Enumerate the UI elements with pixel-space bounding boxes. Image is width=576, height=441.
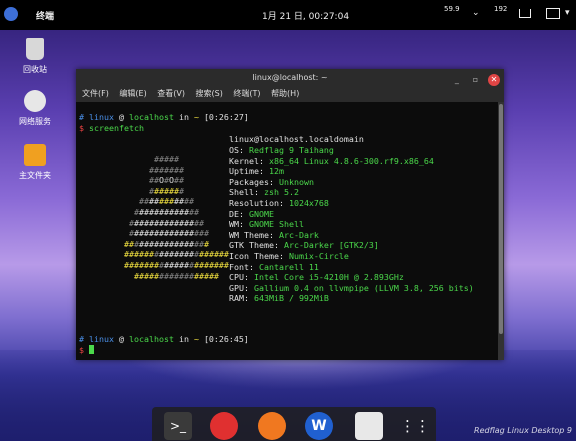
info-value: Redflag 9 Taihang bbox=[249, 145, 334, 155]
info-value: Arc-Dark bbox=[278, 229, 319, 240]
info-value: Numix-Circle bbox=[288, 251, 349, 261]
info-key: RAM: bbox=[229, 293, 249, 304]
info-key: Icon Theme: bbox=[229, 251, 284, 261]
info-value: Arc-Darker [GTK2/3] bbox=[283, 240, 379, 251]
ascii-logo: ##### ####### ##O#O## ####### ##########… bbox=[124, 154, 229, 281]
info-value: Intel Core i5-4210H @ 2.893GHz bbox=[253, 272, 404, 283]
info-row: Packages: Unknown bbox=[229, 177, 314, 188]
info-key: WM Theme: bbox=[229, 229, 274, 240]
info-row: Font: Cantarell 11 bbox=[229, 262, 319, 273]
terminal-titlebar[interactable]: linux@localhost: ~ _ ▫ ✕ bbox=[76, 69, 504, 86]
network-icon bbox=[24, 90, 46, 112]
terminal-output[interactable]: # linux @ localhost in ~ [0:26:27] $ scr… bbox=[76, 102, 498, 360]
menu-terminal[interactable]: 终端(T) bbox=[233, 86, 260, 102]
info-key: OS: bbox=[229, 145, 244, 155]
clock[interactable]: 1月 21 日, 00:27:04 bbox=[262, 9, 349, 22]
info-row: Resolution: 1024x768 bbox=[229, 198, 329, 209]
net-down-speed: 59.9 bbox=[444, 5, 460, 13]
info-key: DE: bbox=[229, 208, 244, 219]
active-app-name[interactable]: 终端 bbox=[36, 9, 54, 22]
terminal-window[interactable]: linux@localhost: ~ _ ▫ ✕ 文件(F) 编辑(E) 查看(… bbox=[76, 69, 504, 360]
scrollbar-thumb[interactable] bbox=[499, 104, 503, 334]
scrollbar[interactable] bbox=[498, 102, 504, 360]
terminal-menubar: 文件(F) 编辑(E) 查看(V) 搜索(S) 终端(T) 帮助(H) bbox=[76, 86, 504, 102]
wps-icon[interactable]: W bbox=[305, 412, 333, 440]
command-line: $ screenfetch bbox=[79, 123, 144, 133]
info-key: GTK Theme: bbox=[229, 240, 279, 251]
info-key: Uptime: bbox=[229, 166, 264, 177]
info-value: GNOME bbox=[249, 208, 274, 219]
info-value: GNOME Shell bbox=[249, 219, 304, 230]
home-folder-icon bbox=[24, 144, 46, 166]
dock: >_ W ⋮⋮ bbox=[152, 407, 436, 441]
info-key: WM: bbox=[229, 219, 244, 230]
info-value: 12m bbox=[268, 166, 284, 177]
info-key: GPU: bbox=[229, 282, 249, 293]
watermark: Redflag Linux Desktop 9 bbox=[474, 426, 572, 435]
prompt-line-2: # linux @ localhost in ~ [0:26:45] bbox=[79, 334, 249, 344]
maximize-icon[interactable]: ▫ bbox=[469, 74, 481, 86]
trash-icon bbox=[26, 38, 44, 60]
info-key: CPU: bbox=[229, 272, 249, 283]
info-value: x86_64 Linux 4.8.6-300.rf9.x86_64 bbox=[268, 155, 434, 166]
info-row: WM Theme: Arc-Dark bbox=[229, 230, 319, 241]
menu-search[interactable]: 搜索(S) bbox=[196, 86, 223, 102]
power-menu-icon[interactable]: ▾ bbox=[565, 8, 570, 18]
info-value: 643MiB / 992MiB bbox=[253, 293, 329, 304]
menu-file[interactable]: 文件(F) bbox=[82, 86, 109, 102]
file-manager-icon[interactable] bbox=[355, 412, 383, 440]
desktop-icon-label: 网络服务 bbox=[19, 117, 51, 126]
info-value: zsh 5.2 bbox=[263, 187, 299, 198]
info-row: GPU: Gallium 0.4 on llvmpipe (LLVM 3.8, … bbox=[229, 283, 474, 294]
info-row: DE: GNOME bbox=[229, 209, 274, 220]
info-row: Icon Theme: Numix-Circle bbox=[229, 251, 349, 262]
terminal-title: linux@localhost: ~ bbox=[252, 73, 328, 82]
info-key: Resolution: bbox=[229, 198, 284, 208]
app-grid-icon[interactable]: ⋮⋮ bbox=[400, 412, 430, 440]
info-row: CPU: Intel Core i5-4210H @ 2.893GHz bbox=[229, 272, 404, 283]
info-row: Kernel: x86_64 Linux 4.8.6-300.rf9.x86_6… bbox=[229, 156, 434, 167]
desktop-icon-label: 主文件夹 bbox=[19, 171, 51, 180]
firefox-icon[interactable] bbox=[258, 412, 286, 440]
info-key: Kernel: bbox=[229, 155, 264, 166]
desktop-icon-network[interactable]: 网络服务 bbox=[5, 90, 65, 127]
chevron-down-icon[interactable]: ⌄ bbox=[472, 8, 480, 18]
cursor bbox=[89, 345, 94, 354]
menu-help[interactable]: 帮助(H) bbox=[271, 86, 299, 102]
minimize-icon[interactable]: _ bbox=[451, 74, 463, 86]
desktop-icon-trash[interactable]: 回收站 bbox=[5, 38, 65, 75]
input-line[interactable]: $ bbox=[79, 345, 94, 356]
info-row: GTK Theme: Arc-Darker [GTK2/3] bbox=[229, 240, 379, 251]
music-icon[interactable] bbox=[210, 412, 238, 440]
info-key: Packages: bbox=[229, 176, 274, 187]
info-row: OS: Redflag 9 Taihang bbox=[229, 145, 334, 156]
info-key: Shell: bbox=[229, 187, 259, 198]
menu-view[interactable]: 查看(V) bbox=[157, 86, 185, 102]
info-value: 1024x768 bbox=[288, 198, 329, 208]
top-bar: 终端 1月 21 日, 00:27:04 59.9 ⌄ 192 ▾ bbox=[0, 0, 576, 30]
network-status-icon[interactable] bbox=[519, 9, 531, 18]
info-row: RAM: 643MiB / 992MiB bbox=[229, 293, 329, 304]
info-header: linux@localhost.localdomain bbox=[229, 134, 364, 144]
menu-edit[interactable]: 编辑(E) bbox=[119, 86, 146, 102]
terminal-icon[interactable]: >_ bbox=[164, 412, 192, 440]
info-value: Gallium 0.4 on llvmpipe (LLVM 3.8, 256 b… bbox=[253, 282, 474, 293]
info-row: Uptime: 12m bbox=[229, 166, 284, 177]
info-row: WM: GNOME Shell bbox=[229, 219, 304, 230]
info-value: Unknown bbox=[278, 176, 314, 187]
net-up-speed: 192 bbox=[494, 5, 508, 13]
desktop-icon-home[interactable]: 主文件夹 bbox=[5, 144, 65, 181]
info-key: Font: bbox=[229, 261, 254, 272]
desktop-icon-label: 回收站 bbox=[23, 65, 47, 74]
info-value: Cantarell 11 bbox=[258, 261, 319, 272]
info-row: Shell: zsh 5.2 bbox=[229, 187, 299, 198]
screen-icon[interactable] bbox=[546, 8, 560, 19]
close-icon[interactable]: ✕ bbox=[488, 74, 500, 86]
activities-logo-icon[interactable] bbox=[4, 7, 18, 21]
prompt-line-1: # linux @ localhost in ~ [0:26:27] bbox=[79, 112, 249, 122]
